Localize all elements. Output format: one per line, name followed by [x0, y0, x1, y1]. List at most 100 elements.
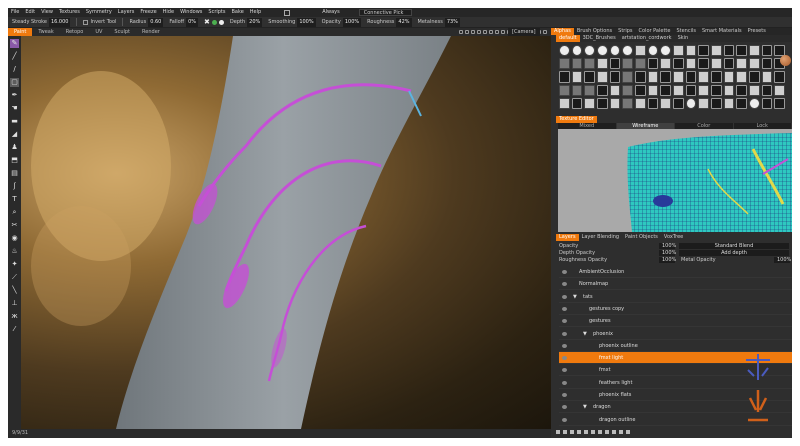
tab-alphas[interactable]: Alphas: [551, 28, 574, 35]
alpha-thumb[interactable]: [749, 58, 760, 70]
alpha-thumb[interactable]: [584, 97, 595, 109]
smoothing-option[interactable]: Smoothing 100%: [266, 17, 317, 27]
alpha-thumb[interactable]: [711, 84, 722, 96]
radius-value[interactable]: 0.60: [148, 17, 164, 27]
alpha-thumb[interactable]: [774, 97, 785, 109]
menu-textures[interactable]: Textures: [56, 8, 83, 17]
alpha-thumb[interactable]: [723, 71, 735, 83]
alpha-thumb[interactable]: [761, 45, 773, 57]
depth-mode-dropdown[interactable]: Add depth: [679, 250, 789, 256]
layer-row[interactable]: gestures copy: [559, 303, 792, 315]
menu-hide[interactable]: Hide: [160, 8, 177, 17]
eraser-tool-icon[interactable]: ▬: [10, 117, 19, 126]
alpha-thumb[interactable]: [635, 71, 646, 83]
view-mode-icon[interactable]: [483, 30, 487, 34]
stamp-tool-icon[interactable]: ✦: [10, 260, 19, 269]
tab-skin[interactable]: Skin: [675, 35, 692, 42]
alpha-thumb[interactable]: [571, 45, 583, 57]
steady-stroke-option[interactable]: Steady Stroke 16.000: [10, 17, 72, 27]
alpha-thumb[interactable]: [685, 84, 697, 96]
pencil-tool-icon[interactable]: /: [10, 65, 19, 74]
alpha-thumb[interactable]: [736, 84, 747, 96]
copy-tool-icon[interactable]: ▤: [10, 169, 19, 178]
alpha-thumb[interactable]: [673, 71, 684, 83]
alpha-thumb[interactable]: [635, 58, 646, 70]
view-mode-icon[interactable]: [459, 30, 463, 34]
line-tool-icon[interactable]: ╲: [10, 286, 19, 295]
alpha-thumb[interactable]: [647, 45, 659, 57]
alpha-thumb[interactable]: [761, 71, 773, 83]
alpha-thumb[interactable]: [584, 58, 595, 70]
tab-layer-blending[interactable]: Layer Blending: [579, 234, 623, 241]
tab-layers[interactable]: Layers: [556, 234, 579, 241]
tab-uv[interactable]: UV: [89, 28, 108, 36]
uv-editor-view[interactable]: [558, 129, 792, 232]
alpha-thumb[interactable]: [597, 71, 608, 83]
opacity-option[interactable]: Opacity 100%: [320, 17, 364, 27]
alpha-thumb[interactable]: [698, 45, 709, 57]
menu-bake[interactable]: Bake: [229, 8, 247, 17]
fill-tool-icon[interactable]: ◢: [10, 130, 19, 139]
camera-dropdown[interactable]: [Camera]: [508, 28, 540, 36]
tab-sculpt[interactable]: Sculpt: [108, 28, 136, 36]
expand-triangle-icon[interactable]: ▼: [583, 401, 587, 413]
invert-checkbox[interactable]: [83, 19, 89, 25]
folder-icon[interactable]: [570, 430, 574, 434]
green-dot-icon[interactable]: [211, 19, 217, 25]
tab-smart-materials[interactable]: Smart Materials: [699, 28, 745, 35]
alpha-thumb[interactable]: [660, 84, 671, 96]
tab-brush-options[interactable]: Brush Options: [574, 28, 615, 35]
alpha-thumb[interactable]: [761, 58, 773, 70]
eye-visibility-icon[interactable]: [562, 417, 567, 422]
alpha-thumb[interactable]: [761, 84, 773, 96]
alpha-thumb[interactable]: [622, 45, 633, 57]
alpha-thumb[interactable]: [711, 58, 722, 70]
alpha-thumb[interactable]: [749, 97, 760, 109]
measure-tool-icon[interactable]: ⊥: [10, 299, 19, 308]
alpha-thumb[interactable]: [736, 97, 747, 109]
alpha-thumb[interactable]: [723, 58, 735, 70]
expand-triangle-icon[interactable]: ▼: [583, 328, 587, 340]
eye-visibility-icon[interactable]: [562, 393, 567, 397]
pin-icon[interactable]: [619, 430, 623, 434]
eye-visibility-icon[interactable]: [562, 380, 567, 385]
move-down-icon[interactable]: [591, 430, 595, 434]
alpha-thumb[interactable]: [584, 71, 595, 83]
alpha-thumb[interactable]: [609, 84, 621, 96]
butterfly-tool-icon[interactable]: ж: [10, 312, 19, 321]
roughness-option[interactable]: Roughness 42%: [365, 17, 413, 27]
bucket-tool-icon[interactable]: ⬒: [10, 156, 19, 165]
tab-texture-editor[interactable]: Texture Editor: [556, 116, 597, 123]
view-mode-icon[interactable]: [495, 30, 499, 34]
alpha-thumb[interactable]: [609, 45, 621, 57]
depth-opacity-value[interactable]: 100%: [659, 250, 676, 256]
menu-freeze[interactable]: Freeze: [137, 8, 159, 17]
tab-retopo[interactable]: Retopo: [60, 28, 90, 36]
radius-option[interactable]: Radius 0.60: [127, 17, 165, 27]
alpha-thumb[interactable]: [622, 84, 633, 96]
alpha-thumb[interactable]: [571, 58, 583, 70]
eye-visibility-icon[interactable]: [562, 368, 567, 373]
alpha-thumb[interactable]: [685, 71, 697, 83]
alpha-thumb[interactable]: [647, 97, 659, 109]
alpha-thumb[interactable]: [559, 71, 570, 83]
feather-tool-icon[interactable]: ⁄: [10, 325, 19, 334]
always-checkbox[interactable]: [284, 9, 291, 16]
tab-strips[interactable]: Strips: [615, 28, 635, 35]
view-mode-icon[interactable]: [489, 30, 493, 34]
alpha-thumb[interactable]: [736, 58, 747, 70]
eye-visibility-icon[interactable]: [562, 319, 567, 324]
menu-layers[interactable]: Layers: [115, 8, 138, 17]
new-layer-icon[interactable]: [556, 430, 560, 434]
alpha-thumb[interactable]: [761, 97, 773, 109]
expand-triangle-icon[interactable]: ▼: [573, 291, 577, 303]
filter-icon[interactable]: [626, 430, 630, 434]
opacity-value[interactable]: 100%: [342, 17, 362, 27]
layer-row[interactable]: ▼ phoenix: [559, 328, 792, 340]
alpha-thumb[interactable]: [711, 45, 722, 57]
menu-scripts[interactable]: Scripts: [205, 8, 228, 17]
zoom-tool-icon[interactable]: ⌕: [10, 208, 19, 217]
alpha-thumb[interactable]: [622, 71, 633, 83]
alpha-thumb[interactable]: [736, 71, 747, 83]
alpha-thumb[interactable]: [597, 97, 608, 109]
